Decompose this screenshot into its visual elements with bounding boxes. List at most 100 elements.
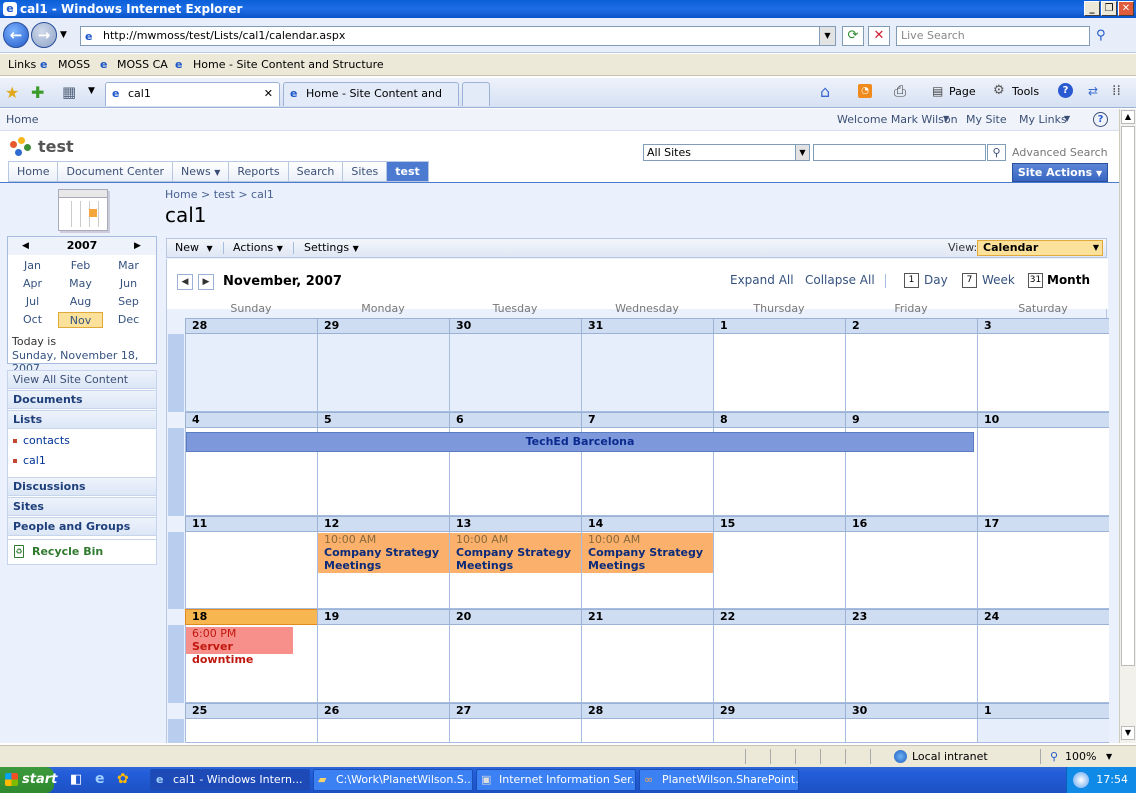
add-favorites-icon[interactable]: ✚ — [31, 83, 44, 102]
prev-year-icon[interactable]: ◀ — [22, 237, 29, 255]
topnav-test[interactable]: test — [387, 161, 429, 182]
link-moss[interactable]: MOSS — [58, 54, 90, 76]
ql-documents[interactable]: Documents — [7, 390, 157, 409]
month-mar[interactable]: Mar — [106, 258, 151, 274]
help-icon[interactable]: ? — [1058, 83, 1073, 98]
start-button[interactable]: start — [0, 767, 57, 793]
search-scope-select[interactable]: All Sites ▼ — [643, 144, 810, 161]
day-number[interactable]: 13 — [449, 516, 581, 532]
day-number[interactable]: 20 — [449, 609, 581, 625]
address-dropdown-icon[interactable]: ▼ — [819, 27, 835, 45]
day-number[interactable]: 29 — [713, 703, 845, 719]
page-menu[interactable]: Page — [949, 85, 976, 98]
week-selector[interactable] — [168, 334, 184, 412]
global-home-link[interactable]: Home — [6, 113, 38, 126]
day-cell[interactable] — [581, 334, 713, 412]
favorites-star-icon[interactable]: ★ — [5, 83, 19, 102]
month-jul[interactable]: Jul — [10, 294, 55, 310]
link-home-site-content[interactable]: Home - Site Content and Structure — [193, 54, 384, 76]
ql-list-contacts[interactable]: contacts — [7, 431, 157, 450]
day-number[interactable]: 17 — [977, 516, 1109, 532]
day-number[interactable]: 5 — [317, 412, 449, 428]
sp-search-input[interactable] — [813, 144, 986, 161]
new-tab-button[interactable] — [462, 82, 490, 106]
month-view-icon[interactable]: 31 — [1028, 273, 1043, 288]
day-number[interactable]: 2 — [845, 318, 977, 334]
day-cell[interactable] — [977, 719, 1109, 743]
day-number[interactable]: 9 — [845, 412, 977, 428]
day-number[interactable]: 27 — [449, 703, 581, 719]
tab-home-site-content[interactable]: e Home - Site Content and Str... — [283, 82, 459, 122]
sp-help-icon[interactable]: ? — [1093, 112, 1108, 127]
event-company-strategy-meetings[interactable]: 10:00 AM Company Strategy Meetings — [318, 533, 449, 573]
tab-cal1[interactable]: e cal1 ✕ — [105, 82, 280, 106]
scope-dropdown-icon[interactable]: ▼ — [795, 145, 809, 160]
recycle-bin-link[interactable]: ♻ Recycle Bin — [7, 539, 157, 565]
topnav-document-center[interactable]: Document Center — [58, 161, 173, 182]
day-number[interactable]: 19 — [317, 609, 449, 625]
back-button[interactable]: ← — [3, 22, 29, 48]
view-all-site-content[interactable]: View All Site Content — [7, 370, 157, 389]
day-cell[interactable] — [977, 428, 1109, 516]
day-cell[interactable] — [581, 719, 713, 743]
network-tray-icon[interactable] — [1073, 772, 1089, 788]
day-cell[interactable] — [713, 532, 845, 609]
close-button[interactable]: ✕ — [1118, 1, 1134, 16]
day-cell[interactable] — [713, 334, 845, 412]
quicklaunch-media-icon[interactable]: ✿ — [117, 771, 129, 787]
month-nov[interactable]: Nov — [58, 312, 103, 328]
day-number[interactable]: 24 — [977, 609, 1109, 625]
zoom-level[interactable]: 100% — [1065, 746, 1096, 767]
taskbar-item-folder[interactable]: ▰ C:\Work\PlanetWilson.S... — [313, 769, 473, 791]
day-number[interactable]: 10 — [977, 412, 1109, 428]
toolbar-chevron-icon[interactable]: ⁞⁞ — [1112, 83, 1121, 99]
day-number[interactable]: 1 — [977, 703, 1109, 719]
zoom-dropdown-icon[interactable]: ▼ — [1106, 746, 1112, 767]
day-cell[interactable] — [581, 625, 713, 703]
vertical-scrollbar[interactable]: ▲ ▼ — [1119, 109, 1136, 743]
week-selector[interactable] — [168, 719, 184, 743]
taskbar-item-ie[interactable]: e cal1 - Windows Intern... — [150, 769, 310, 791]
tab-list-dropdown-icon[interactable]: ▼ — [88, 86, 95, 96]
day-number[interactable]: 28 — [581, 703, 713, 719]
event-teched-barcelona[interactable]: TechEd Barcelona — [186, 432, 974, 452]
link-moss-ca[interactable]: MOSS CA — [117, 54, 168, 76]
topnav-home[interactable]: Home — [8, 161, 59, 182]
refresh-icon[interactable]: ⟳ — [842, 26, 864, 46]
day-cell[interactable] — [317, 719, 449, 743]
research-icon[interactable]: ⇄ — [1088, 84, 1098, 98]
event-company-strategy-meetings[interactable]: 10:00 AM Company Strategy Meetings — [582, 533, 713, 573]
day-cell[interactable] — [317, 625, 449, 703]
quicklaunch-desktop-icon[interactable]: ◧ — [70, 772, 82, 787]
day-number[interactable]: 7 — [581, 412, 713, 428]
day-number[interactable]: 8 — [713, 412, 845, 428]
week-selector[interactable] — [168, 532, 184, 609]
day-cell[interactable] — [845, 719, 977, 743]
month-sep[interactable]: Sep — [106, 294, 151, 310]
day-number[interactable]: 30 — [449, 318, 581, 334]
next-month-icon[interactable]: ▶ — [198, 274, 214, 290]
day-number[interactable]: 14 — [581, 516, 713, 532]
expand-all-link[interactable]: Expand All — [730, 273, 794, 287]
settings-menu[interactable]: Settings ▼ — [304, 239, 359, 258]
forward-button[interactable]: → — [31, 22, 57, 48]
day-cell[interactable] — [713, 625, 845, 703]
scroll-down-icon[interactable]: ▼ — [1121, 726, 1135, 740]
day-number[interactable]: 16 — [845, 516, 977, 532]
new-menu[interactable]: New ▼ — [175, 239, 213, 258]
ql-people-and-groups[interactable]: People and Groups — [7, 517, 157, 536]
day-view-icon[interactable]: 1 — [904, 273, 919, 288]
address-field[interactable]: e http://mwmoss/test/Lists/cal1/calendar… — [80, 26, 836, 46]
stop-icon[interactable]: ✕ — [868, 26, 890, 46]
day-cell[interactable] — [845, 532, 977, 609]
month-feb[interactable]: Feb — [58, 258, 103, 274]
sp-search-go-icon[interactable]: ⚲ — [987, 144, 1006, 161]
next-year-icon[interactable]: ▶ — [134, 237, 141, 255]
actions-menu[interactable]: Actions ▼ — [233, 239, 283, 258]
home-icon[interactable]: ⌂ — [820, 82, 830, 101]
site-actions-menu[interactable]: Site Actions ▼ — [1012, 163, 1108, 182]
month-apr[interactable]: Apr — [10, 276, 55, 292]
day-cell[interactable] — [449, 719, 581, 743]
rss-feeds-icon[interactable]: ◔ — [858, 84, 872, 98]
day-number[interactable]: 6 — [449, 412, 581, 428]
